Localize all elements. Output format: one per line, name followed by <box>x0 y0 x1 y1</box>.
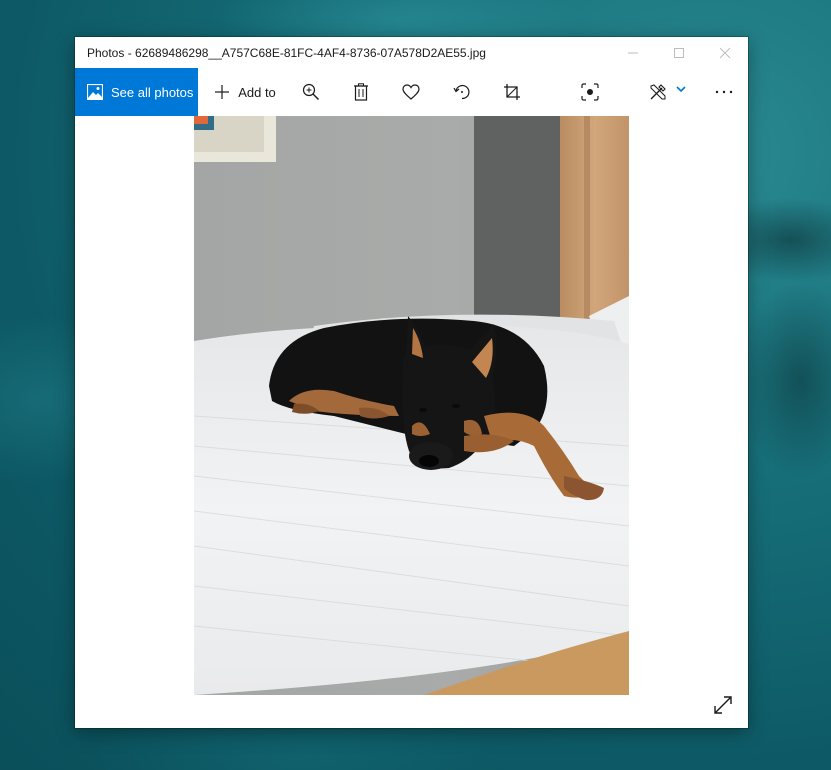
toolbar: See all photos Add to <box>75 68 748 116</box>
title-bar[interactable]: Photos - 62689486298__A757C68E-81FC-4AF4… <box>75 37 748 68</box>
expand-icon <box>714 696 732 714</box>
maximize-icon <box>674 47 684 58</box>
minimize-button[interactable] <box>610 37 656 68</box>
crop-button[interactable] <box>500 68 524 116</box>
zoom-button[interactable] <box>299 68 323 116</box>
more-button[interactable] <box>709 68 739 116</box>
rotate-icon <box>453 84 470 100</box>
visual-search-button[interactable] <box>578 68 602 116</box>
delete-button[interactable] <box>349 68 373 116</box>
see-all-photos-button[interactable]: See all photos <box>75 68 198 116</box>
photo[interactable] <box>194 116 629 695</box>
window-title: Photos - 62689486298__A757C68E-81FC-4AF4… <box>87 45 486 60</box>
photos-window: Photos - 62689486298__A757C68E-81FC-4AF4… <box>75 37 748 728</box>
window-controls <box>610 37 748 68</box>
zoom-in-icon <box>302 83 319 100</box>
close-button[interactable] <box>702 37 748 68</box>
rotate-button[interactable] <box>450 68 474 116</box>
minimize-icon <box>628 52 638 53</box>
close-icon <box>719 47 731 58</box>
plus-icon <box>215 85 230 99</box>
see-all-photos-label: See all photos <box>111 84 194 100</box>
maximize-button[interactable] <box>656 37 702 68</box>
visual-search-icon <box>581 83 599 101</box>
add-to-label: Add to <box>238 84 276 100</box>
more-icon <box>715 90 733 94</box>
edit-create-button[interactable] <box>645 68 689 116</box>
full-screen-button[interactable] <box>712 694 734 716</box>
delete-icon <box>354 83 368 101</box>
crop-icon <box>504 84 520 100</box>
dog-photo-image <box>194 116 629 695</box>
image-viewer <box>75 116 748 728</box>
edit-icon <box>650 84 666 100</box>
favorite-button[interactable] <box>399 68 423 116</box>
heart-icon <box>402 84 420 100</box>
chevron-down-icon <box>675 86 686 93</box>
add-to-button[interactable]: Add to <box>210 68 280 116</box>
picture-icon <box>87 84 103 100</box>
